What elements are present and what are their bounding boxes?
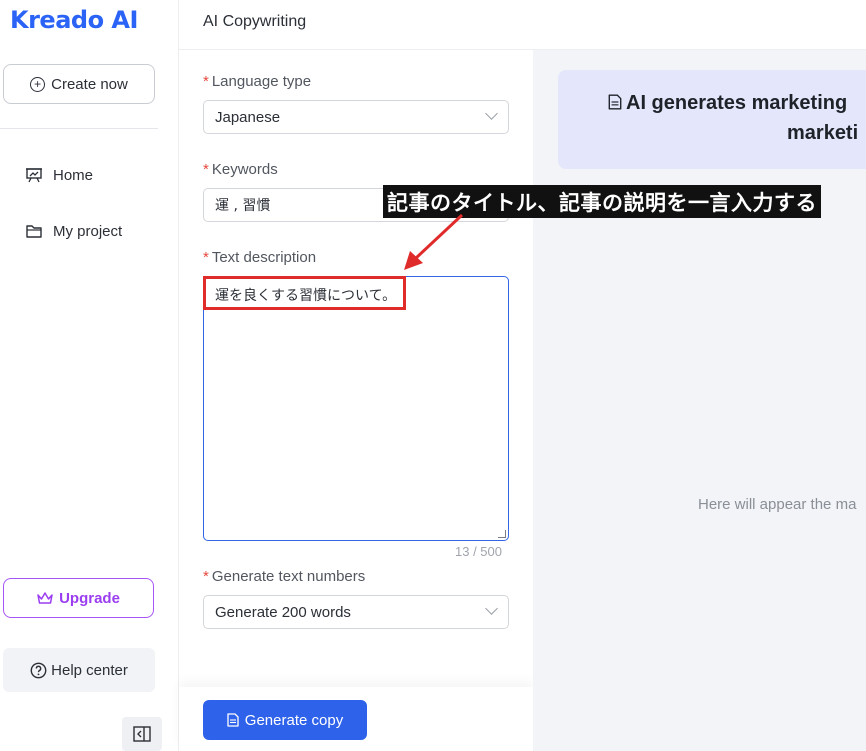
page-title: AI Copywriting (203, 13, 307, 30)
copywriting-form: * Language type Japanese * Keywords 運 , 習慣… (179, 50, 533, 751)
language-type-label: * Language type (203, 73, 311, 90)
presentation-icon (26, 168, 42, 183)
annotation-highlight-box (203, 276, 406, 310)
language-type-value: Japanese (215, 108, 281, 126)
label-text: Generate text numbers (211, 568, 366, 585)
required-marker: * (203, 161, 209, 178)
label-text: Language type (211, 73, 312, 90)
required-marker: * (203, 249, 209, 266)
text-description-textarea[interactable]: 運を良くする習慣について。 (203, 276, 509, 541)
sidebar: Kreado AI + Create now Home My project U… (0, 0, 179, 751)
collapse-sidebar-button[interactable] (122, 717, 162, 751)
collapse-panel-icon (133, 726, 151, 742)
keywords-label: * Keywords (203, 161, 278, 178)
preview-panel: AI generates marketing marketi Here will… (533, 50, 866, 751)
form-action-bar: Generate copy (179, 687, 533, 751)
preview-banner: AI generates marketing marketi (558, 70, 866, 169)
generate-text-numbers-value: Generate 200 words (215, 603, 351, 621)
generate-copy-label: Generate copy (244, 711, 344, 729)
required-marker: * (203, 73, 209, 90)
generate-text-numbers-label: * Generate text numbers (203, 568, 365, 585)
question-circle-icon (30, 662, 47, 678)
sidebar-divider (0, 128, 158, 129)
resize-handle-icon[interactable] (498, 530, 506, 538)
plus-circle-icon: + (30, 76, 46, 92)
generate-text-numbers-select[interactable]: Generate 200 words (203, 595, 509, 629)
sidebar-item-home[interactable]: Home (25, 166, 93, 184)
preview-placeholder-text: Here will appear the ma (698, 496, 857, 513)
required-marker: * (203, 568, 209, 585)
create-now-button[interactable]: + Create now (3, 64, 155, 104)
help-center-button[interactable]: Help center (3, 648, 155, 692)
generate-copy-button[interactable]: Generate copy (203, 700, 367, 740)
banner-text: AI generates marketing (626, 92, 848, 114)
keywords-value: 運 , 習慣 (215, 198, 271, 214)
label-text: Keywords (211, 161, 278, 178)
language-type-select[interactable]: Japanese (203, 100, 509, 134)
chevron-down-icon (485, 602, 498, 615)
create-now-label: Create now (51, 75, 128, 93)
sidebar-item-my-project[interactable]: My project (25, 222, 122, 240)
app-window: Kreado AI + Create now Home My project U… (0, 0, 866, 751)
upgrade-label: Upgrade (59, 589, 120, 607)
annotation-caption: 記事のタイトル、記事の説明を一言入力する (383, 185, 821, 218)
text-description-label: * Text description (203, 249, 316, 266)
character-counter: 13 / 500 (455, 544, 502, 559)
document-icon (608, 94, 622, 110)
sidebar-item-label: Home (53, 166, 94, 184)
document-icon (227, 713, 239, 727)
label-text: Text description (211, 249, 317, 266)
sidebar-item-label: My project (53, 222, 123, 240)
help-center-label: Help center (51, 661, 128, 679)
banner-title-line1: AI generates marketing (608, 92, 847, 115)
folder-icon (26, 225, 42, 238)
crown-icon (37, 592, 53, 604)
banner-title-line2: marketi (787, 122, 859, 144)
logo[interactable]: Kreado AI (10, 6, 138, 34)
chevron-down-icon (485, 107, 498, 120)
page-header: AI Copywriting (179, 0, 866, 50)
upgrade-button[interactable]: Upgrade (3, 578, 154, 618)
